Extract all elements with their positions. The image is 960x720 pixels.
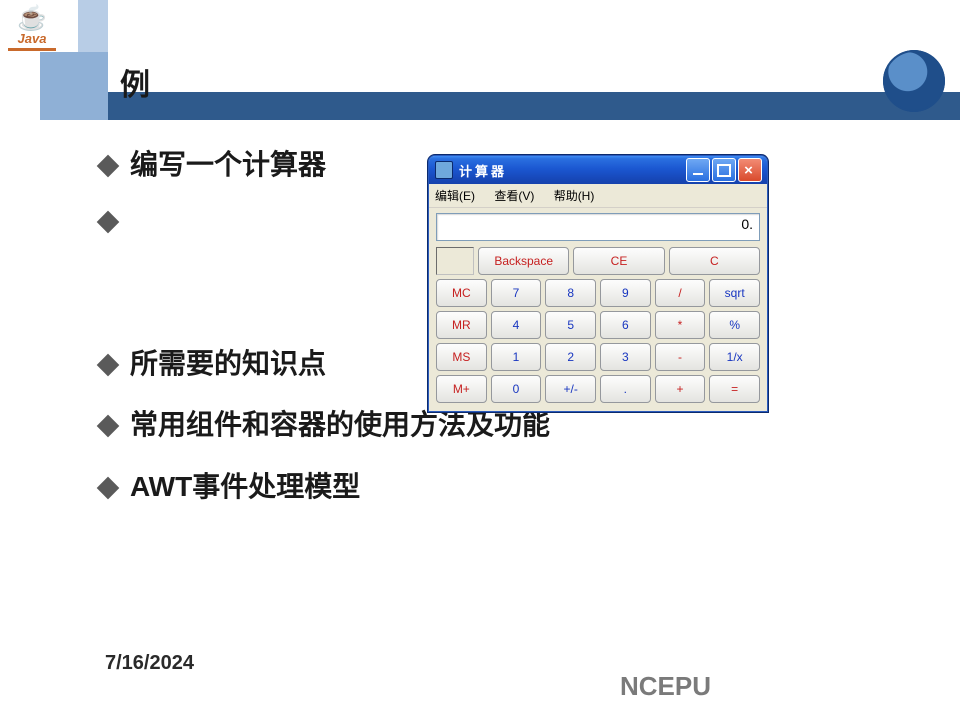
digit-1[interactable]: 1	[491, 343, 542, 371]
footer-date: 7/16/2024	[105, 652, 194, 675]
mplus-button[interactable]: M+	[436, 375, 487, 403]
ms-button[interactable]: MS	[436, 343, 487, 371]
digit-3[interactable]: 3	[600, 343, 651, 371]
equals-button[interactable]: =	[709, 375, 760, 403]
menu-help-label: 帮助(H)	[554, 189, 595, 203]
menu-view-label: 查看(V)	[494, 189, 534, 203]
minus-button[interactable]: -	[655, 343, 706, 371]
calculator-appicon	[435, 161, 453, 179]
menu-edit[interactable]: 编辑(E)	[435, 189, 483, 203]
menu-edit-label: 编辑(E)	[435, 189, 475, 203]
decor-block-light	[78, 0, 108, 52]
mr-button[interactable]: MR	[436, 311, 487, 339]
decor-block-mid	[40, 52, 108, 120]
digit-5[interactable]: 5	[545, 311, 596, 339]
digit-9[interactable]: 9	[600, 279, 651, 307]
digit-8[interactable]: 8	[545, 279, 596, 307]
digit-0[interactable]: 0	[491, 375, 542, 403]
decimal-button[interactable]: .	[600, 375, 651, 403]
multiply-button[interactable]: *	[655, 311, 706, 339]
window-title: 计算器	[459, 161, 686, 180]
maximize-button[interactable]	[712, 158, 736, 182]
ce-button[interactable]: CE	[573, 247, 664, 275]
slide-root: ☕ Java 例 编写一个计算器 所需要的知识点 常用组件和容器的使用方法及功能…	[0, 0, 960, 720]
java-logo-underline	[8, 48, 56, 51]
calc-keypad: MC 7 8 9 / sqrt MR 4 5 6 * % MS 1 2 3 - …	[436, 279, 760, 403]
digit-2[interactable]: 2	[545, 343, 596, 371]
digit-4[interactable]: 4	[491, 311, 542, 339]
university-emblem	[883, 50, 945, 112]
sign-button[interactable]: +/-	[545, 375, 596, 403]
java-logo: ☕ Java	[4, 4, 60, 54]
percent-button[interactable]: %	[709, 311, 760, 339]
digit-6[interactable]: 6	[600, 311, 651, 339]
c-button[interactable]: C	[669, 247, 760, 275]
mc-button[interactable]: MC	[436, 279, 487, 307]
bullet-icon	[97, 155, 120, 178]
calc-row-clear: Backspace CE C	[436, 247, 760, 275]
bullet-icon	[97, 476, 120, 499]
reciprocal-button[interactable]: 1/x	[709, 343, 760, 371]
slide-title: 例	[120, 60, 150, 104]
calc-display: 0.	[436, 213, 760, 241]
plus-button[interactable]: +	[655, 375, 706, 403]
bullet-3-text: 所需要的知识点	[130, 344, 326, 383]
bullet-icon	[97, 354, 120, 377]
memory-indicator	[436, 247, 474, 275]
digit-7[interactable]: 7	[491, 279, 542, 307]
close-button[interactable]: ×	[738, 158, 762, 182]
bullet-icon	[97, 211, 120, 234]
minimize-button[interactable]	[686, 158, 710, 182]
calculator-window: 计算器 × 编辑(E) 查看(V) 帮助(H) 0. Backspace CE …	[428, 155, 768, 412]
bullet-5-text: AWT事件处理模型	[130, 467, 360, 506]
sqrt-button[interactable]: sqrt	[709, 279, 760, 307]
divide-button[interactable]: /	[655, 279, 706, 307]
menubar: 编辑(E) 查看(V) 帮助(H)	[429, 184, 767, 208]
menu-view[interactable]: 查看(V)	[494, 189, 542, 203]
menu-help[interactable]: 帮助(H)	[554, 189, 603, 203]
footer-org: NCEPU	[620, 671, 711, 702]
bullet-icon	[97, 415, 120, 438]
backspace-button[interactable]: Backspace	[478, 247, 569, 275]
java-logo-text: Java	[18, 31, 47, 46]
bullet-1-text: 编写一个计算器	[130, 145, 326, 184]
bullet-5: AWT事件处理模型	[100, 467, 920, 506]
titlebar[interactable]: 计算器 ×	[429, 156, 767, 184]
titlebar-buttons: ×	[686, 158, 762, 182]
java-cup-icon: ☕	[17, 7, 47, 31]
decor-bar-dark	[108, 92, 960, 120]
